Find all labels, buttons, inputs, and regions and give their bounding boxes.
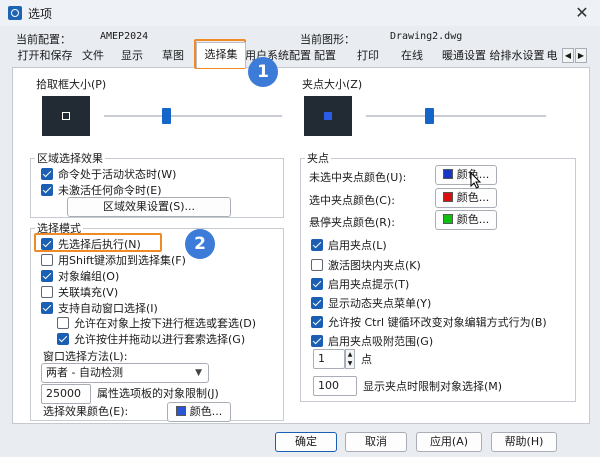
- effect-color-button[interactable]: 颜色...: [167, 402, 231, 422]
- enable-grips-label: 启用夹点(L): [328, 239, 387, 252]
- tab-display[interactable]: 显示: [115, 45, 149, 67]
- tab-profiles[interactable]: 配置: [310, 45, 340, 67]
- area-selection-group: 区域选择效果 命令处于活动状态时(W) 未激活任何命令时(E) 区域效果设置(S…: [30, 152, 284, 218]
- snap-range-spinner[interactable]: ▲ ▼: [345, 349, 355, 369]
- object-grouping-checkbox[interactable]: [41, 270, 53, 282]
- ctrl-cycle-label: 允许按 Ctrl 键循环改变对象编辑方式行为(B): [328, 316, 547, 329]
- ctrl-cycle-checkbox[interactable]: [311, 316, 323, 328]
- snap-range-input[interactable]: 1: [313, 349, 345, 369]
- shift-add-label: 用Shift键添加到选择集(F): [58, 254, 186, 267]
- current-config-value: AMEP2024: [100, 31, 149, 42]
- app-icon: [8, 6, 22, 20]
- chevron-down-icon: ▼: [195, 368, 202, 378]
- selection-modes-group: 选择模式 先选择后执行(N) 用Shift键添加到选择集(F) 对象编组(O) …: [30, 222, 284, 422]
- window-method-select[interactable]: 两者 - 自动检测 ▼: [41, 363, 209, 383]
- unselected-grip-swatch: [442, 169, 453, 179]
- implied-window-checkbox[interactable]: [41, 302, 53, 314]
- tab-electrical[interactable]: 电: [545, 45, 559, 67]
- tab-selection[interactable]: 选择集: [196, 42, 246, 68]
- window-title: 选项: [28, 7, 53, 21]
- grips-title: 夹点: [305, 152, 331, 165]
- close-icon[interactable]: ✕: [572, 3, 592, 23]
- enable-grips-checkbox[interactable]: [311, 239, 323, 251]
- grips-group: 夹点 未选中夹点颜色(U): 颜色... 选中夹点颜色(C): 颜色... 悬停…: [300, 152, 576, 402]
- lasso-drag-label: 允许按住并拖动以进行套索选择(G): [74, 333, 246, 346]
- press-on-object-label: 允许在对象上按下进行框选或套选(D): [74, 317, 257, 330]
- grip-object-limit-label: 显示夹点时限制对象选择(M): [363, 380, 503, 393]
- selected-grip-color-button[interactable]: 颜色...: [435, 188, 497, 208]
- help-button[interactable]: 帮助(H): [491, 432, 557, 452]
- pickbox-preview: [42, 96, 90, 136]
- block-grips-checkbox[interactable]: [311, 259, 323, 271]
- grip-size-group: 夹点大小(Z): [300, 78, 570, 142]
- grip-snap-label: 启用夹点吸附范围(G): [328, 335, 434, 348]
- no-command-label: 未激活任何命令时(E): [58, 184, 162, 197]
- apply-button[interactable]: 应用(A): [416, 432, 482, 452]
- dynamic-grip-menu-checkbox[interactable]: [311, 297, 323, 309]
- cancel-button[interactable]: 取消: [345, 432, 407, 452]
- pickbox-group: 拾取框大小(P): [34, 78, 286, 142]
- selected-grip-color-label: 选中夹点颜色(C):: [309, 194, 395, 207]
- hover-grip-button-label: 颜色...: [456, 213, 490, 226]
- grip-object-limit-input[interactable]: 100: [313, 376, 357, 396]
- grip-size-title: 夹点大小(Z): [300, 78, 365, 91]
- ok-button[interactable]: 确定: [275, 432, 337, 452]
- tab-strip: 打开和保存 文件 显示 草图 选择集 用户系统配置 配置 打印 在线 暖通设置 …: [12, 42, 590, 68]
- shift-add-checkbox[interactable]: [41, 254, 53, 266]
- tab-scroll-left-icon[interactable]: ◀: [562, 48, 574, 63]
- tab-open-save[interactable]: 打开和保存: [12, 45, 78, 67]
- grip-size-preview: [304, 96, 352, 136]
- hover-grip-color-button[interactable]: 颜色...: [435, 210, 497, 230]
- tab-hvac[interactable]: 暖通设置: [440, 45, 488, 67]
- pickbox-title: 拾取框大小(P): [34, 78, 109, 91]
- unselected-grip-color-label: 未选中夹点颜色(U):: [309, 171, 407, 184]
- grip-size-slider-thumb[interactable]: [425, 108, 434, 124]
- grip-tips-checkbox[interactable]: [311, 278, 323, 290]
- selected-grip-button-label: 颜色...: [456, 191, 490, 204]
- no-command-checkbox[interactable]: [41, 184, 53, 196]
- tab-files[interactable]: 文件: [78, 45, 108, 67]
- block-grips-label: 激活图块内夹点(K): [328, 259, 421, 272]
- title-bar: [0, 0, 600, 26]
- mouse-cursor-icon: [470, 172, 482, 189]
- active-command-checkbox[interactable]: [41, 168, 53, 180]
- area-effect-settings-button[interactable]: 区域效果设置(S)...: [67, 197, 231, 217]
- implied-window-label: 支持自动窗口选择(I): [58, 302, 158, 315]
- effect-color-button-label: 颜色...: [189, 405, 223, 418]
- hover-grip-swatch: [442, 214, 453, 224]
- effect-color-label: 选择效果颜色(E):: [43, 405, 129, 418]
- hover-grip-color-label: 悬停夹点颜色(R):: [309, 216, 395, 229]
- press-on-object-checkbox[interactable]: [57, 317, 69, 329]
- current-drawing-value: Drawing2.dwg: [390, 31, 463, 42]
- associative-hatch-label: 关联填充(V): [58, 286, 119, 299]
- property-limit-label: 属性选项板的对象限制(J): [97, 387, 219, 400]
- option-highlight-callout: [34, 233, 162, 252]
- tab-plumbing[interactable]: 给排水设置: [489, 45, 545, 67]
- associative-hatch-checkbox[interactable]: [41, 286, 53, 298]
- selected-grip-swatch: [442, 192, 453, 202]
- tab-scroll-right-icon[interactable]: ▶: [575, 48, 587, 63]
- dynamic-grip-menu-label: 显示动态夹点菜单(Y): [328, 297, 432, 310]
- step-badge-1: 1: [248, 57, 278, 87]
- tab-drafting[interactable]: 草图: [158, 45, 188, 67]
- effect-color-swatch: [175, 406, 186, 416]
- object-grouping-label: 对象编组(O): [58, 270, 120, 283]
- lasso-drag-checkbox[interactable]: [57, 333, 69, 345]
- tab-online[interactable]: 在线: [396, 45, 428, 67]
- grip-size-slider-track[interactable]: [366, 115, 546, 117]
- grip-snap-checkbox[interactable]: [311, 335, 323, 347]
- property-limit-input[interactable]: 25000: [41, 384, 91, 404]
- step-badge-2: 2: [185, 229, 215, 259]
- pickbox-slider-track[interactable]: [104, 115, 282, 117]
- active-command-label: 命令处于活动状态时(W): [58, 168, 177, 181]
- snap-range-unit: 点: [361, 353, 372, 366]
- tab-plot[interactable]: 打印: [352, 45, 384, 67]
- grip-tips-label: 启用夹点提示(T): [328, 278, 410, 291]
- pickbox-slider-thumb[interactable]: [162, 108, 172, 124]
- unselected-grip-color-button[interactable]: 颜色...: [435, 165, 497, 185]
- window-method-label: 窗口选择方法(L):: [43, 350, 128, 363]
- area-selection-title: 区域选择效果: [35, 152, 105, 165]
- window-method-value: 两者 - 自动检测: [46, 366, 123, 379]
